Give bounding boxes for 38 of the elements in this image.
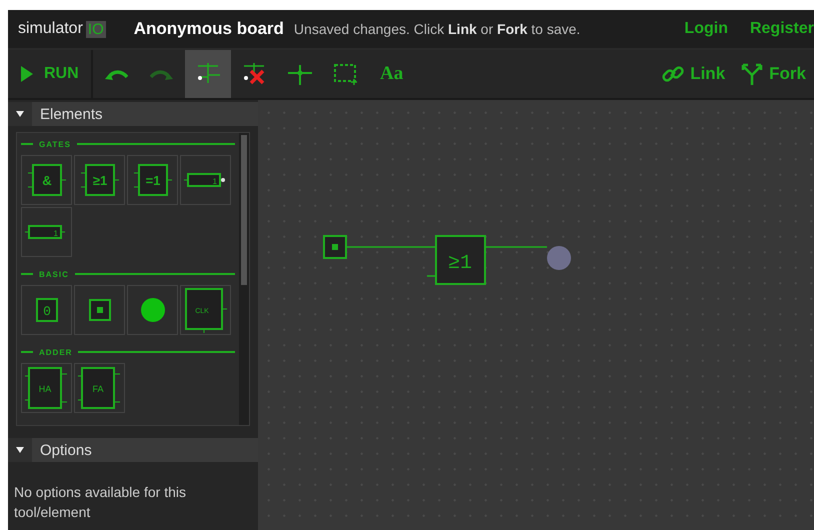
gate-item[interactable]: =1 — [127, 155, 178, 205]
logo-text: simulator — [18, 20, 83, 38]
play-icon — [20, 65, 34, 83]
group-heading: GATES — [21, 137, 235, 151]
options-panel-header[interactable]: Options — [8, 438, 258, 462]
elements-panel-header[interactable]: Elements — [8, 102, 258, 126]
header-link[interactable]: Login — [684, 20, 728, 38]
gate-label: ≥1 — [448, 252, 472, 275]
options-message: No options available for this tool/element — [13, 483, 187, 522]
board-title: Anonymous board — [134, 19, 284, 39]
wire-tool[interactable] — [184, 50, 231, 98]
header-link[interactable]: Register — [750, 20, 814, 38]
group-heading: ADDER — [21, 345, 235, 359]
text-tool[interactable]: Aa — [368, 50, 415, 98]
push-button-item[interactable] — [74, 285, 125, 335]
input-button[interactable] — [323, 235, 347, 259]
fork-icon — [741, 63, 764, 85]
logo-badge: IO — [86, 20, 106, 38]
lamp-item[interactable] — [127, 285, 178, 335]
gate-item[interactable]: ≥1 — [74, 155, 125, 205]
buffer-item[interactable]: 1 — [21, 207, 72, 257]
button-icon — [88, 298, 112, 322]
not-gate-item[interactable]: 1 — [180, 155, 231, 205]
select-icon — [332, 61, 360, 87]
scrollbar-thumb[interactable] — [241, 135, 247, 285]
link-button[interactable]: Link — [654, 50, 734, 98]
fork-button[interactable]: Fork — [733, 50, 814, 98]
run-button[interactable]: RUN — [8, 50, 93, 98]
collapse-triangle-icon — [15, 110, 25, 118]
gate-item[interactable]: & — [21, 155, 72, 205]
or-gate[interactable] — [427, 235, 486, 285]
output-lamp[interactable] — [547, 246, 571, 270]
unsaved-notice: Unsaved changes. Click Link or Fork to save. — [294, 21, 580, 37]
wire — [486, 246, 547, 248]
collapse-triangle-icon — [15, 446, 25, 454]
group-heading: BASIC — [21, 267, 235, 281]
constant-icon: 0 — [34, 297, 58, 323]
constant-item[interactable]: 0 — [21, 285, 72, 335]
